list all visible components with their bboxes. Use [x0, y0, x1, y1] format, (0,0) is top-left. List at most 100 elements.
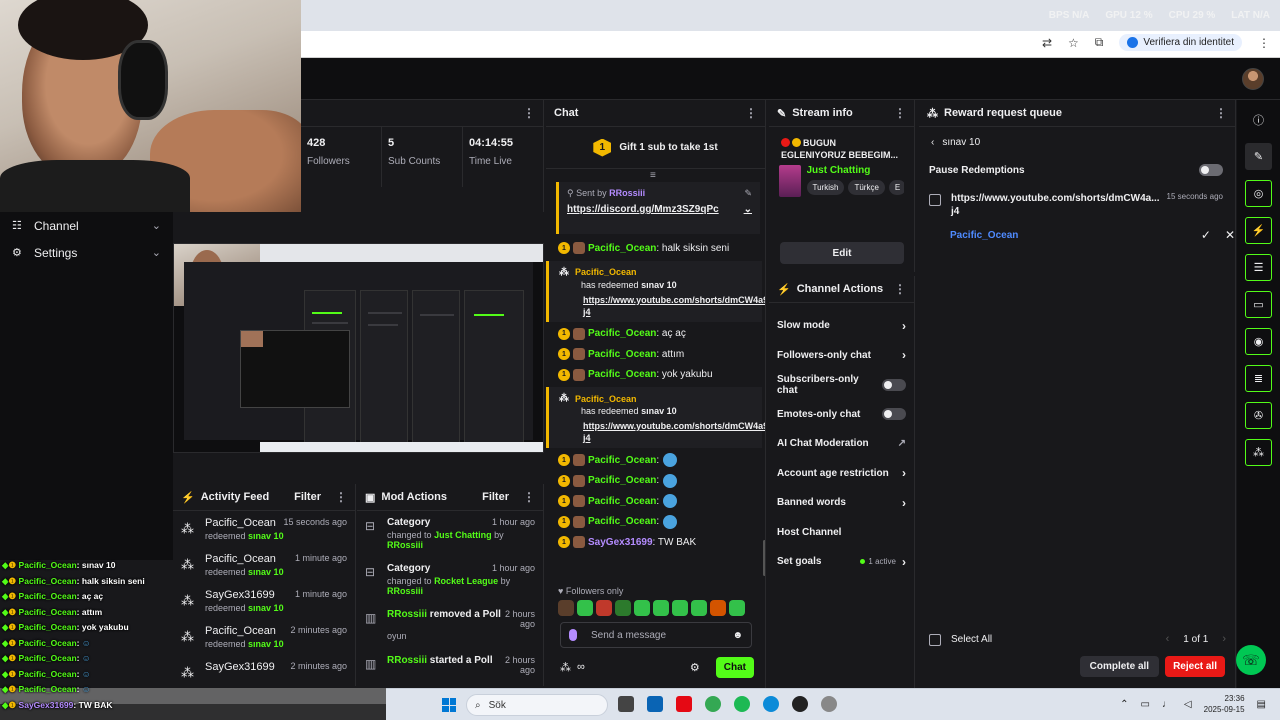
- request-link[interactable]: https://www.youtube.com/shorts/dmCW4a...…: [951, 192, 1161, 218]
- pin-icon[interactable]: ✎: [744, 188, 752, 199]
- chat-user[interactable]: Pacific_Ocean: [588, 496, 656, 507]
- request-user[interactable]: Pacific_Ocean: [950, 230, 1187, 241]
- chat-user[interactable]: Pacific_Ocean: [588, 516, 656, 527]
- request-checkbox[interactable]: [929, 194, 941, 206]
- emote-icon[interactable]: [672, 600, 688, 616]
- gear-icon[interactable]: ⚙: [690, 661, 700, 674]
- obs-icon[interactable]: [792, 696, 808, 712]
- info-icon[interactable]: ⓘ: [1245, 106, 1272, 133]
- activity-user[interactable]: SayGex31699: [205, 661, 290, 673]
- followers-only-row[interactable]: Followers-only chat ›: [769, 341, 914, 371]
- pinned-link[interactable]: https://discord.gg/Mmz3SZ9qPc: [567, 204, 744, 215]
- ai-moderation-row[interactable]: AI Chat Moderation ↗: [769, 429, 914, 459]
- mod-action-user[interactable]: RRossiii: [387, 586, 423, 596]
- banned-words-row[interactable]: Banned words ›: [769, 488, 914, 518]
- chat-user[interactable]: SayGex31699: [588, 537, 653, 548]
- account-age-row[interactable]: Account age restriction ›: [769, 459, 914, 489]
- activity-filter-button[interactable]: Filter: [294, 491, 321, 503]
- edge-icon[interactable]: [763, 696, 779, 712]
- chevron-up-icon[interactable]: ⌃: [1120, 699, 1128, 710]
- speaker-icon[interactable]: ◁: [1184, 699, 1192, 710]
- user-avatar[interactable]: [1242, 68, 1264, 90]
- reject-x-icon[interactable]: ✕: [1225, 228, 1235, 242]
- approve-check-icon[interactable]: ✓: [1201, 228, 1211, 242]
- chat-send-button[interactable]: Chat: [715, 656, 754, 678]
- emote-icon[interactable]: [558, 600, 574, 616]
- spotify-icon[interactable]: [734, 696, 750, 712]
- mod-action-user[interactable]: RRossiii: [387, 609, 427, 620]
- emotes-only-toggle[interactable]: [882, 408, 906, 421]
- redeem-user[interactable]: Pacific_Ocean: [575, 267, 637, 277]
- bookmark-star-icon[interactable]: ☆: [1068, 36, 1079, 50]
- microphone-icon[interactable]: ♩: [1162, 699, 1172, 710]
- emote-icon[interactable]: [596, 600, 612, 616]
- taskbar-search[interactable]: ⌕ Sök: [466, 694, 608, 716]
- subscribers-only-toggle[interactable]: [882, 378, 906, 391]
- chat-user[interactable]: Pacific_Ocean: [588, 369, 656, 380]
- emote-icon[interactable]: [634, 600, 650, 616]
- activity-user[interactable]: SayGex31699: [205, 589, 295, 601]
- mod-action-user[interactable]: RRossiii: [387, 540, 423, 550]
- verify-identity-button[interactable]: Verifiera din identitet: [1119, 34, 1242, 51]
- set-goals-row[interactable]: Set goals 1 active ›: [769, 547, 914, 577]
- stream-category[interactable]: Just Chatting: [807, 165, 905, 176]
- prev-page-icon[interactable]: ‹: [1166, 633, 1170, 645]
- kebab-menu-icon[interactable]: ⋮: [894, 282, 906, 296]
- emote-icon[interactable]: [653, 600, 669, 616]
- list-icon[interactable]: ☰: [1245, 254, 1272, 281]
- chat-scrollbar[interactable]: [763, 540, 765, 576]
- emote-icon[interactable]: [691, 600, 707, 616]
- activity-user[interactable]: Pacific_Ocean: [205, 517, 283, 529]
- emote-icon[interactable]: [577, 600, 593, 616]
- notification-icon[interactable]: ▤: [1257, 699, 1266, 710]
- reject-all-button[interactable]: Reject all: [1165, 656, 1225, 677]
- activity-user[interactable]: Pacific_Ocean: [205, 625, 290, 637]
- settings-app-icon[interactable]: [821, 696, 837, 712]
- mod-filter-button[interactable]: Filter: [482, 491, 509, 503]
- kebab-menu-icon[interactable]: ⋮: [523, 490, 535, 504]
- target-icon[interactable]: ◎: [1245, 180, 1272, 207]
- kebab-menu-icon[interactable]: ⋮: [1215, 106, 1227, 120]
- slow-mode-row[interactable]: Slow mode ›: [769, 311, 914, 341]
- store-icon[interactable]: [647, 696, 663, 712]
- browser-menu-icon[interactable]: ⋮: [1258, 36, 1270, 50]
- redeem-user[interactable]: Pacific_Ocean: [575, 394, 637, 404]
- translate-icon[interactable]: ⇄: [1042, 36, 1052, 50]
- wrench-icon[interactable]: ✇: [1245, 402, 1272, 429]
- pause-redemptions-toggle[interactable]: [1199, 164, 1223, 176]
- collapse-icon[interactable]: ≡: [650, 170, 656, 181]
- next-page-icon[interactable]: ›: [1222, 633, 1226, 645]
- chevron-down-icon[interactable]: ⌄: [744, 204, 752, 215]
- stream-preview[interactable]: [173, 243, 544, 453]
- network-icon[interactable]: ▭: [1140, 699, 1149, 710]
- select-all-checkbox[interactable]: [929, 634, 941, 646]
- gift-sub-banner[interactable]: 1 Gift 1 sub to take 1st: [546, 127, 765, 169]
- complete-all-button[interactable]: Complete all: [1079, 656, 1160, 677]
- file-explorer-icon[interactable]: [618, 696, 634, 712]
- emote-icon[interactable]: [615, 600, 631, 616]
- channel-points-icon[interactable]: ⁂: [560, 661, 571, 674]
- kebab-menu-icon[interactable]: ⋮: [335, 490, 347, 504]
- edit-stream-info-button[interactable]: Edit: [780, 242, 904, 264]
- reward-back-button[interactable]: ‹ sınav 10: [919, 127, 1235, 148]
- netflix-icon[interactable]: [676, 696, 692, 712]
- nav-item-channel[interactable]: ☷ Channel ⌄: [0, 212, 173, 239]
- chat-user[interactable]: Pacific_Ocean: [588, 475, 656, 486]
- kebab-menu-icon[interactable]: ⋮: [523, 106, 535, 120]
- chat-user[interactable]: Pacific_Ocean: [588, 243, 656, 254]
- chat-user[interactable]: Pacific_Ocean: [588, 455, 656, 466]
- emoji-icon[interactable]: ☻: [732, 630, 743, 641]
- redeem-link[interactable]: https://www.youtube.com/shorts/dmCW4a9m-…: [583, 420, 765, 444]
- channel-points-icon[interactable]: ⁂: [1245, 439, 1272, 466]
- chat-bubble-icon[interactable]: ▭: [1245, 291, 1272, 318]
- redeem-link[interactable]: https://www.youtube.com/shorts/dmCW4a9m-…: [583, 294, 765, 318]
- chat-user[interactable]: Pacific_Ocean: [588, 328, 656, 339]
- kebab-menu-icon[interactable]: ⋮: [894, 106, 906, 120]
- kebab-menu-icon[interactable]: ⋮: [745, 106, 757, 120]
- emote-icon[interactable]: [710, 600, 726, 616]
- nav-item-settings[interactable]: ⚙ Settings ⌄: [0, 239, 173, 266]
- stack-icon[interactable]: ≣: [1245, 365, 1272, 392]
- host-channel-row[interactable]: Host Channel: [769, 518, 914, 548]
- pencil-icon[interactable]: ✎: [1245, 143, 1272, 170]
- emote-icon[interactable]: [729, 600, 745, 616]
